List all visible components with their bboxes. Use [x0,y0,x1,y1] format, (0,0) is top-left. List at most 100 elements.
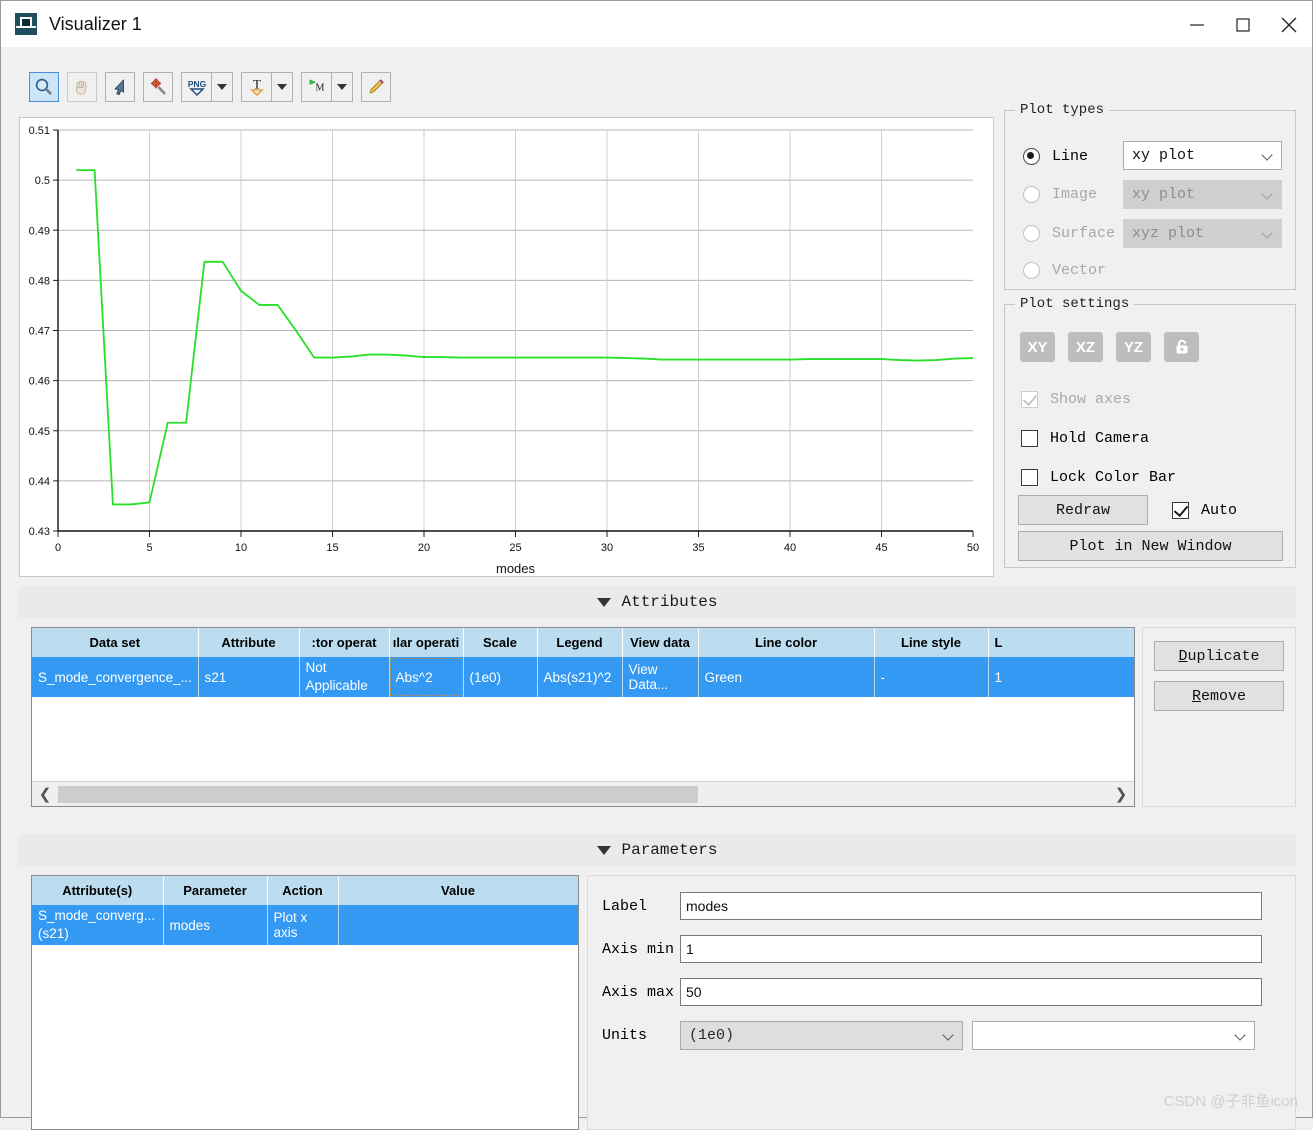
cell-legend[interactable]: Abs(s21)^2 [537,657,623,697]
cell-value[interactable] [338,905,578,945]
lock-color-bar-label: Lock Color Bar [1050,469,1177,486]
cell-line-color[interactable]: Green [698,657,875,697]
text-annotation-tool-button[interactable]: T [241,72,271,102]
attributes-horizontal-scrollbar[interactable]: ❮ ❯ [32,781,1134,806]
maximize-button[interactable] [1220,1,1266,48]
scroll-thumb[interactable] [58,785,698,803]
cell-action[interactable]: Plot x axis [267,905,339,945]
units-secondary-combo[interactable] [972,1021,1255,1050]
xy-view-button[interactable]: XY [1020,332,1055,362]
close-button[interactable] [1266,1,1312,48]
marker-dropdown[interactable] [331,72,353,102]
parameters-section-header[interactable]: Parameters [19,834,1296,866]
parameters-table: Attribute(s) Parameter Action Value S_mo… [32,876,578,945]
col-legend[interactable]: Legend [537,628,623,657]
attributes-section-label: Attributes [621,593,718,611]
svg-text:M: M [315,83,324,94]
label-input[interactable]: modes [680,892,1262,920]
svg-text:0.44: 0.44 [29,476,50,488]
cell-data-set[interactable]: S_mode_convergence_... [32,657,199,697]
col-line-width[interactable]: L [988,628,1134,657]
cell-attributes[interactable]: S_mode_converg... (s21) [32,905,164,945]
cell-scalar-operation[interactable]: Abs^2 [389,657,464,697]
col-data-set[interactable]: Data set [32,628,199,657]
marker-tool-button[interactable]: M [301,72,331,102]
export-image-dropdown[interactable] [211,72,233,102]
scroll-left-arrow[interactable]: ❮ [32,785,58,803]
radio-vector[interactable] [1023,262,1040,279]
text-annotation-dropdown[interactable] [271,72,293,102]
plot-in-new-window-button[interactable]: Plot in New Window [1018,531,1283,561]
text-annotation-tool-group[interactable]: T [241,72,293,102]
col-action[interactable]: Action [267,876,339,905]
checkbox-lock-color-bar[interactable] [1021,469,1038,486]
col-line-style[interactable]: Line style [874,628,989,657]
attributes-table-container[interactable]: Data set Attribute :tor operat ılar oper… [31,627,1135,807]
units-label: Units [602,1027,648,1044]
plot-type-surface-row[interactable]: Surface [1023,214,1115,253]
lock-view-button[interactable] [1164,332,1199,362]
cell-scale[interactable]: (1e0) [463,657,538,697]
svg-text:25: 25 [509,542,521,554]
cell-line-width[interactable]: 1 [988,657,1134,697]
minimize-button[interactable] [1174,1,1220,48]
table-row[interactable]: S_mode_convergence_... s21 Not Applicabl… [32,657,1134,697]
checkbox-show-axes[interactable] [1021,391,1038,408]
select-tool-button[interactable] [105,72,135,102]
attributes-buttons-panel: Duplicate Remove [1142,627,1296,807]
col-attributes[interactable]: Attribute(s) [32,876,164,905]
axis-max-input[interactable]: 50 [680,978,1262,1006]
redraw-button[interactable]: Redraw [1018,495,1148,525]
pan-tool-button[interactable] [67,72,97,102]
export-image-tool-button[interactable]: PNG [181,72,211,102]
col-parameter[interactable]: Parameter [163,876,268,905]
col-view-data[interactable]: View data [622,628,699,657]
attributes-section-header[interactable]: Attributes [19,586,1296,618]
checkbox-hold-camera[interactable] [1021,430,1038,447]
plot-canvas[interactable]: 0.43 0.44 0.45 0.46 0.47 0.48 0.49 0.5 0.51 0 5 10 1… [19,117,994,577]
col-attribute[interactable]: Attribute [198,628,300,657]
line-plot-type-combo[interactable]: xy plot [1123,141,1282,170]
cell-line-style[interactable]: - [874,657,989,697]
hold-camera-row[interactable]: Hold Camera [1021,419,1176,458]
move-tool-button[interactable] [143,72,173,102]
radio-image[interactable] [1023,186,1040,203]
show-axes-row[interactable]: Show axes [1021,380,1176,419]
duplicate-button[interactable]: Duplicate [1154,641,1284,671]
export-image-tool-group[interactable]: PNG [181,72,233,102]
col-scale[interactable]: Scale [463,628,538,657]
cell-vector-operation[interactable]: Not Applicable [299,657,390,697]
draw-tool-button[interactable] [361,72,391,102]
parameters-table-container[interactable]: Attribute(s) Parameter Action Value S_mo… [31,875,579,1130]
visualizer-app-icon [15,13,37,35]
show-axes-label: Show axes [1050,391,1132,408]
plot-type-line-row[interactable]: Line [1023,137,1115,175]
scroll-track[interactable] [58,785,1108,803]
remove-button[interactable]: Remove [1154,681,1284,711]
xz-view-button[interactable]: XZ [1068,332,1103,362]
chevron-down-icon [597,845,612,855]
zoom-tool-button[interactable] [29,72,59,102]
chevron-down-icon [1262,228,1273,239]
plot-type-vector-row[interactable]: Vector [1023,253,1115,288]
axis-min-input[interactable]: 1 [680,935,1262,963]
col-value[interactable]: Value [338,876,578,905]
svg-text:0.51: 0.51 [29,125,50,137]
radio-line[interactable] [1023,147,1040,165]
col-line-color[interactable]: Line color [698,628,875,657]
cell-attribute[interactable]: s21 [198,657,300,697]
cell-parameter[interactable]: modes [163,905,268,945]
yz-view-button[interactable]: YZ [1116,332,1151,362]
checkbox-auto[interactable] [1172,501,1189,519]
window-controls [1174,1,1312,48]
col-scalar-operation[interactable]: ılar operati [389,628,464,657]
col-vector-operation[interactable]: :tor operat [299,628,390,657]
scroll-right-arrow[interactable]: ❯ [1108,785,1134,803]
table-row[interactable]: S_mode_converg... (s21) modes Plot x axi… [32,905,578,945]
cell-view-data[interactable]: View Data... [622,657,699,697]
lock-color-bar-row[interactable]: Lock Color Bar [1021,458,1176,497]
marker-tool-group[interactable]: M [301,72,353,102]
units-combo[interactable]: (1e0) [680,1021,963,1050]
radio-surface[interactable] [1023,225,1040,242]
plot-type-image-row[interactable]: Image [1023,175,1115,214]
